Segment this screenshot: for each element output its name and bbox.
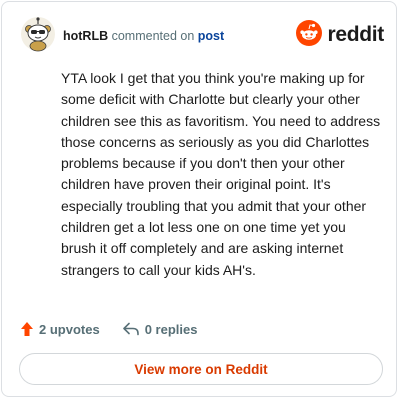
comment-body: YTA look I get that you think you're mak…	[61, 70, 381, 278]
reddit-logo-text: reddit	[327, 23, 384, 46]
comment-embed-card: hotRLB commented on post reddit YTA look…	[1, 1, 397, 397]
upvote-count: 2 upvotes	[39, 321, 100, 337]
upvote-button[interactable]: 2 upvotes	[20, 321, 100, 337]
reply-button[interactable]: 0 replies	[122, 321, 198, 337]
comment-actions: 2 upvotes 0 replies	[20, 319, 197, 339]
comment-byline: hotRLB commented on post	[63, 28, 224, 44]
reddit-logo[interactable]: reddit	[296, 19, 384, 51]
reply-count: 0 replies	[144, 321, 198, 337]
username-link[interactable]: hotRLB	[63, 29, 108, 43]
post-link[interactable]: post	[198, 29, 224, 43]
comment-header: hotRLB commented on post reddit	[20, 16, 384, 56]
reddit-logo-icon	[296, 19, 323, 51]
upvote-arrow-icon	[20, 321, 34, 337]
avatar-snoo-icon[interactable]	[20, 16, 56, 52]
reply-arrow-icon	[122, 322, 140, 336]
view-more-button[interactable]: View more on Reddit	[19, 353, 383, 385]
commented-on-label: commented on	[111, 29, 195, 43]
